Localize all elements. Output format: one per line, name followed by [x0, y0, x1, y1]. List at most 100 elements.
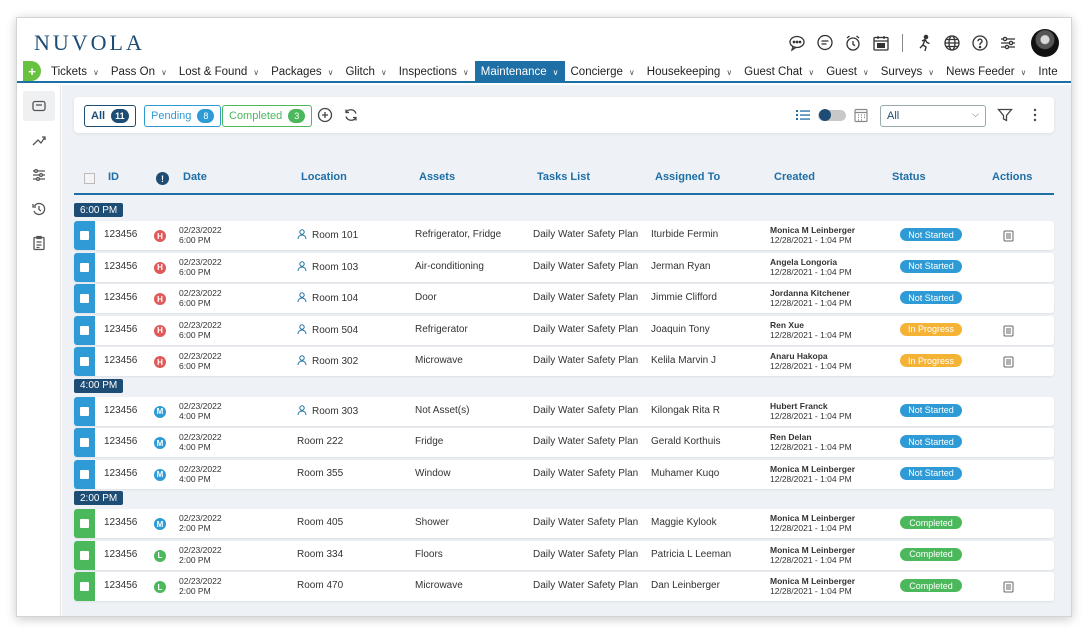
- group-select[interactable]: All ⌵: [880, 105, 986, 127]
- tasks-icon[interactable]: [23, 91, 55, 121]
- view-toggle[interactable]: [818, 109, 846, 121]
- table-row[interactable]: 123456 H 02/23/2022 6:00 PM Room 104 Door Dail…: [74, 284, 1054, 313]
- column-assets[interactable]: Assets: [419, 171, 455, 183]
- row-checkbox[interactable]: [80, 550, 89, 560]
- filter-all-button[interactable]: All 11: [84, 105, 136, 127]
- priority-m-icon: M: [154, 518, 166, 530]
- row-select-bar[interactable]: [74, 315, 95, 345]
- user-avatar[interactable]: [1031, 29, 1059, 57]
- filter-pending-label: Pending: [151, 110, 192, 122]
- notes-icon[interactable]: [1003, 580, 1014, 593]
- row-select-bar[interactable]: [74, 252, 95, 282]
- row-select-bar[interactable]: [74, 572, 95, 601]
- column-created[interactable]: Created: [774, 171, 815, 183]
- run-icon[interactable]: [915, 34, 933, 52]
- nav-item-maintenance[interactable]: Maintenance ∨: [474, 61, 565, 83]
- row-checkbox[interactable]: [80, 357, 89, 366]
- row-checkbox[interactable]: [80, 582, 89, 591]
- table-row[interactable]: 123456 H 02/23/2022 6:00 PM Room 302 Microwav…: [74, 347, 1054, 376]
- column-status[interactable]: Status: [892, 171, 926, 183]
- column-tasks-list[interactable]: Tasks List: [537, 171, 590, 183]
- table-row[interactable]: 123456 L 02/23/2022 2:00 PM Room 470 Microwav…: [74, 572, 1054, 601]
- row-select-bar[interactable]: [74, 428, 95, 457]
- settings-sliders-icon[interactable]: [999, 34, 1017, 52]
- row-checkbox[interactable]: [80, 294, 89, 303]
- nav-item-pass-on[interactable]: Pass On ∨: [105, 61, 173, 83]
- row-select-bar[interactable]: [74, 396, 95, 426]
- row-checkbox[interactable]: [80, 469, 89, 479]
- row-location-text: Room 405: [297, 517, 344, 528]
- row-location-text: Room 103: [312, 261, 359, 273]
- add-icon[interactable]: +: [23, 61, 41, 81]
- row-select-bar[interactable]: [74, 284, 95, 313]
- table-row[interactable]: 123456 H 02/23/2022 6:00 PM Room 101 Refriger…: [74, 221, 1054, 250]
- row-checkbox[interactable]: [80, 231, 89, 240]
- filter-completed-button[interactable]: Completed 3: [222, 105, 313, 127]
- refresh-icon[interactable]: [342, 106, 360, 124]
- history-icon[interactable]: [29, 199, 49, 219]
- row-checkbox[interactable]: [80, 519, 89, 528]
- nav-item-surveys[interactable]: Surveys ∨: [875, 61, 940, 83]
- nav-item-packages[interactable]: Packages ∨: [265, 61, 339, 83]
- row-select-bar[interactable]: [74, 509, 95, 538]
- column-assigned-to[interactable]: Assigned To: [655, 171, 720, 183]
- filter-icon[interactable]: [996, 106, 1014, 124]
- nav-item-glitch[interactable]: Glitch ∨: [339, 61, 392, 83]
- list-view-icon[interactable]: [794, 106, 812, 124]
- select-all-checkbox[interactable]: [84, 173, 95, 184]
- column-location[interactable]: Location: [301, 171, 347, 183]
- nav-item-news-feeder[interactable]: News Feeder ∨: [940, 61, 1032, 83]
- table-row[interactable]: 123456 H 02/23/2022 6:00 PM Room 504 Refriger…: [74, 315, 1054, 345]
- table-row[interactable]: 123456 M 02/23/2022 2:00 PM Room 405 Shower Da…: [74, 509, 1054, 538]
- nav-item-tickets[interactable]: Tickets ∨: [45, 61, 105, 83]
- calendar-icon[interactable]: [872, 34, 890, 52]
- filter-sliders-icon[interactable]: [29, 165, 49, 185]
- more-vertical-icon[interactable]: [1026, 106, 1044, 124]
- row-checkbox[interactable]: [80, 406, 89, 416]
- nav-item-inspections[interactable]: Inspections ∨: [393, 61, 475, 83]
- filter-pending-button[interactable]: Pending 8: [144, 105, 222, 127]
- nav-item-label: Pass On: [110, 66, 155, 78]
- nav-item-lost-found[interactable]: Lost & Found ∨: [173, 61, 265, 83]
- row-select-bar[interactable]: [74, 540, 95, 570]
- row-created-by: Hubert Franck: [770, 400, 828, 411]
- table-row[interactable]: 123456 H 02/23/2022 6:00 PM Room 103 Air-cond…: [74, 252, 1054, 282]
- trend-icon[interactable]: [29, 130, 49, 150]
- app-logo[interactable]: NUVOLA: [34, 30, 145, 56]
- row-select-bar[interactable]: [74, 221, 95, 250]
- table-row[interactable]: 123456 M 02/23/2022 4:00 PM Room 355 Window Da…: [74, 459, 1054, 489]
- column-id[interactable]: ID: [108, 171, 119, 183]
- nav-item-concierge[interactable]: Concierge ∨: [565, 61, 641, 83]
- row-select-bar[interactable]: [74, 347, 95, 376]
- add-circle-icon[interactable]: [316, 106, 334, 124]
- nav-item-label: Guest: [826, 66, 857, 78]
- column-date[interactable]: Date: [183, 171, 207, 183]
- message-icon[interactable]: [816, 34, 834, 52]
- calendar-view-icon[interactable]: [852, 106, 870, 124]
- row-checkbox[interactable]: [80, 438, 89, 447]
- chevron-down-icon: ∨: [93, 67, 99, 77]
- row-checkbox[interactable]: [80, 262, 89, 272]
- nav-item-housekeeping[interactable]: Housekeeping ∨: [641, 61, 738, 83]
- table-row[interactable]: 123456 M 02/23/2022 4:00 PM Room 222 Fridge Da…: [74, 428, 1054, 457]
- nav-item-guest[interactable]: Guest ∨: [820, 61, 875, 83]
- alarm-clock-icon[interactable]: [844, 34, 862, 52]
- notes-icon[interactable]: [1003, 324, 1014, 336]
- table-row[interactable]: 123456 M 02/23/2022 4:00 PM Room 303 Not Asse…: [74, 396, 1054, 426]
- help-icon[interactable]: [971, 34, 989, 52]
- nav-item-guest-chat[interactable]: Guest Chat ∨: [738, 61, 820, 83]
- row-checkbox[interactable]: [80, 325, 89, 335]
- row-select-bar[interactable]: [74, 459, 95, 489]
- notes-icon[interactable]: [1003, 355, 1014, 368]
- notes-icon[interactable]: [1003, 229, 1014, 242]
- nav-item-inte[interactable]: Inte: [1032, 61, 1063, 83]
- table-row[interactable]: 123456 L 02/23/2022 2:00 PM Room 334 Floors Da…: [74, 540, 1054, 570]
- row-tasks-list: Daily Water Safety Plan: [533, 580, 639, 591]
- guest-icon: [297, 323, 307, 334]
- chevron-down-icon: ∨: [552, 67, 559, 77]
- priority-info-icon[interactable]: !: [156, 172, 169, 185]
- chat-bubble-icon[interactable]: [788, 34, 806, 52]
- time-group-label: 6:00 PM: [74, 203, 124, 217]
- checklist-icon[interactable]: [29, 233, 49, 253]
- globe-icon[interactable]: [943, 34, 961, 52]
